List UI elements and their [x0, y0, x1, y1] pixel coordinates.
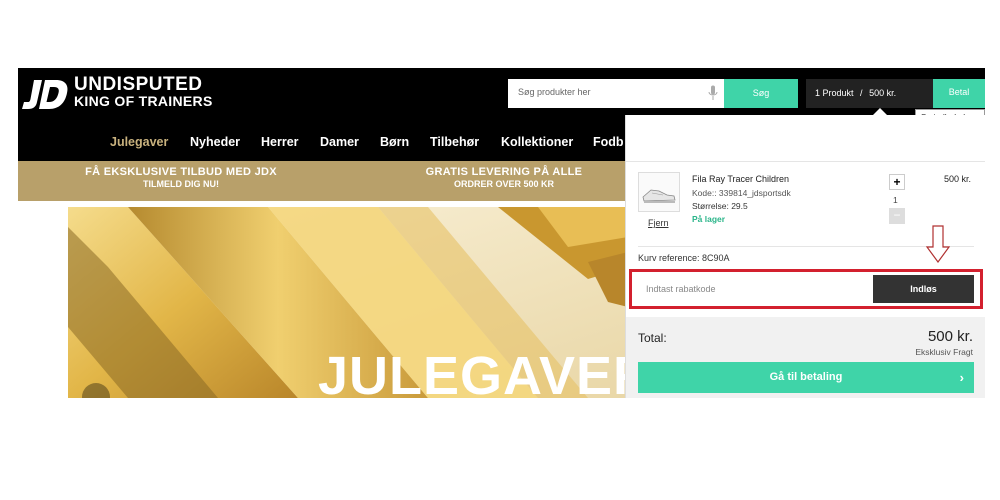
nav-item-julegaver[interactable]: Julegaver [110, 135, 168, 149]
quantity-decrease-button[interactable]: − [889, 208, 905, 224]
basket-dropdown-caret [873, 108, 887, 115]
redeem-coupon-button[interactable]: Indløs [873, 275, 974, 303]
coupon-code-input[interactable]: Indtast rabatkode [636, 275, 872, 303]
chevron-right-icon: › [959, 370, 964, 385]
promo-subtitle: ORDRER OVER 500 KR [453, 179, 555, 189]
basket-summary[interactable]: 1 Produkt / 500 kr. [806, 79, 933, 108]
nav-item-fodbold[interactable]: Fodb [593, 135, 624, 149]
brand-wordmark[interactable]: UNDISPUTED KING OF TRAINERS [74, 74, 213, 109]
basket-separator: / [860, 88, 863, 98]
product-thumbnail[interactable] [638, 172, 680, 212]
total-label: Total: [638, 331, 667, 345]
promo-title: GRATIS LEVERING PÅ ALLE [425, 166, 583, 178]
nav-item-herrer[interactable]: Herrer [261, 135, 299, 149]
nav-item-nyheder[interactable]: Nyheder [190, 135, 240, 149]
product-name[interactable]: Fila Ray Tracer Children [692, 174, 789, 184]
main-nav: Julegaver Nyheder Herrer Damer Børn Tilb… [18, 130, 628, 154]
nav-item-tilbehor[interactable]: Tilbehør [430, 135, 479, 149]
hero-title: JULEGAVER [318, 346, 628, 398]
brand-line-2: KING OF TRAINERS [74, 93, 213, 109]
nav-item-damer[interactable]: Damer [320, 135, 359, 149]
hero-banner[interactable]: JULEGAVER [68, 207, 628, 398]
page-frame: UNDISPUTED KING OF TRAINERS Søg produkte… [18, 68, 985, 398]
total-value: 500 kr. [927, 328, 973, 345]
basket-amount: 500 kr. [869, 88, 897, 98]
stock-status: På lager [692, 214, 726, 224]
shoe-thumbnail-icon [642, 189, 676, 203]
search-button[interactable]: Søg [724, 79, 798, 108]
search-input[interactable]: Søg produkter her [508, 79, 724, 108]
promo-subtitle: TILMELD DIG NU! [143, 179, 219, 189]
promo-bar: FÅ EKSKLUSIVE TILBUD MED JDX TILMELD DIG… [18, 161, 628, 201]
quantity-increase-button[interactable]: + [889, 174, 905, 190]
search-placeholder: Søg produkter her [518, 87, 591, 97]
jd-logo-icon[interactable] [20, 78, 70, 110]
shipping-note: Eksklusiv Fragt [915, 347, 973, 357]
promo-free-delivery[interactable]: GRATIS LEVERING PÅ ALLE ORDRER OVER 500 … [404, 166, 604, 189]
basket-count: 1 Produkt [815, 88, 854, 98]
microphone-icon[interactable] [708, 85, 718, 101]
basket-reference: Kurv reference: 8C90A [638, 246, 974, 263]
nav-item-born[interactable]: Børn [380, 135, 409, 149]
basket-dropdown: Fjern Fila Ray Tracer Children Kode:: 33… [625, 115, 985, 398]
checkout-label: Gå til betaling [769, 371, 843, 383]
arrow-down-icon [926, 225, 950, 263]
product-code: Kode:: 339814_jdsportsdk [692, 188, 791, 198]
pay-button[interactable]: Betal [933, 79, 985, 108]
promo-title: FÅ EKSKLUSIVE TILBUD MED JDX [85, 166, 277, 178]
coupon-placeholder: Indtast rabatkode [646, 284, 716, 294]
item-price: 500 kr. [944, 174, 972, 184]
brand-line-1: UNDISPUTED [74, 74, 203, 95]
promo-jdx[interactable]: FÅ EKSKLUSIVE TILBUD MED JDX TILMELD DIG… [58, 166, 304, 189]
remove-item-link[interactable]: Fjern [648, 218, 669, 228]
nav-item-kollektioner[interactable]: Kollektioner [501, 135, 573, 149]
basket-total-section: Total: 500 kr. Eksklusiv Fragt Gå til be… [626, 317, 985, 398]
quantity-value: 1 [893, 195, 898, 205]
checkout-button[interactable]: Gå til betaling › [638, 362, 974, 393]
product-size: Størrelse: 29.5 [692, 201, 748, 211]
